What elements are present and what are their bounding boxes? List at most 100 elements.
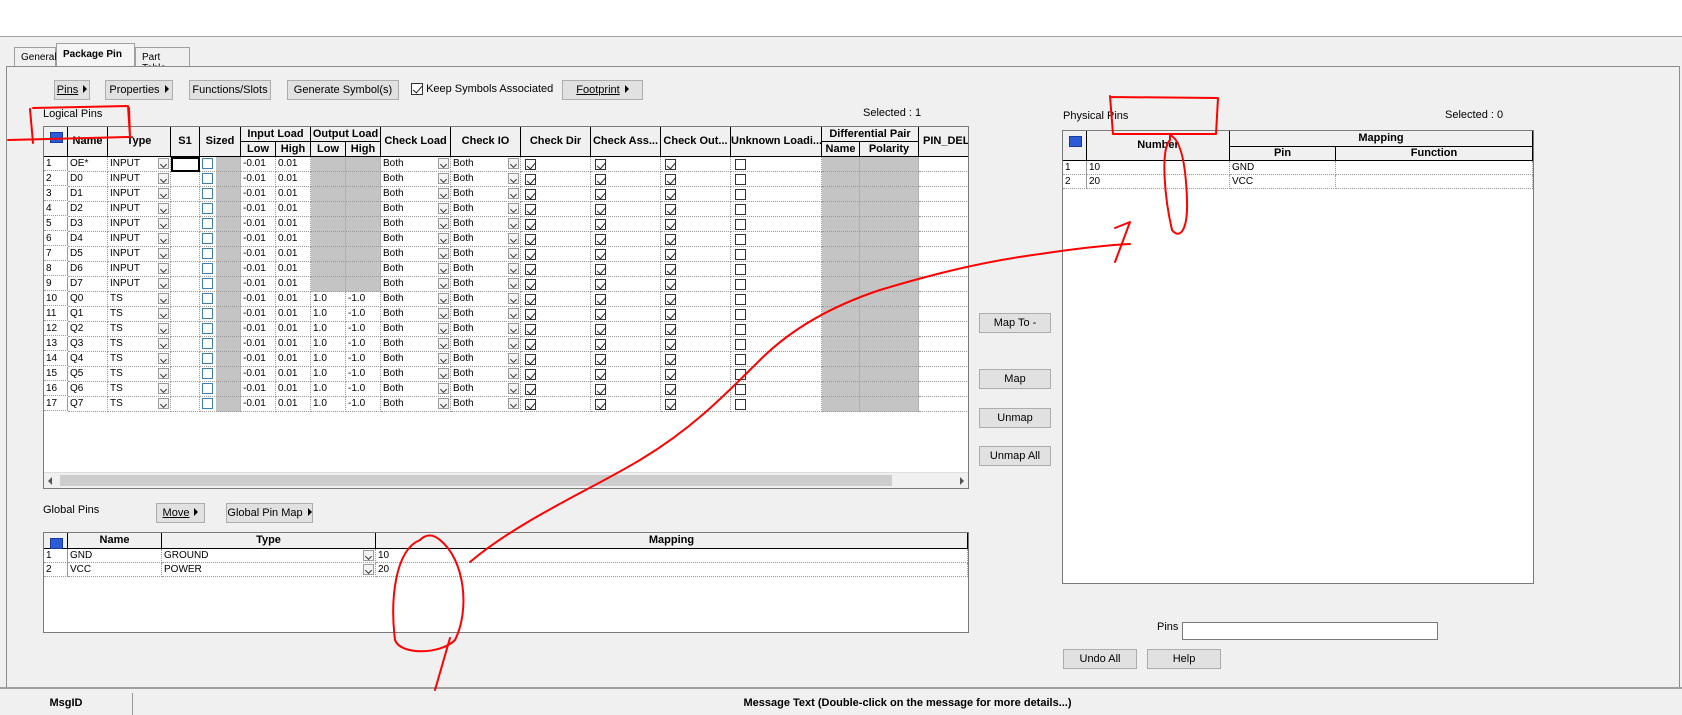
check-ass-cell[interactable]	[591, 247, 661, 262]
sized-cell[interactable]	[200, 322, 241, 337]
unknown-loading-cell[interactable]	[731, 187, 822, 202]
pin-delay-cell[interactable]	[919, 232, 968, 247]
physical-pins-grid[interactable]: Number Mapping Pin Function 1 10 GND 2 20 VCC	[1062, 130, 1534, 584]
dp-name-cell[interactable]	[822, 292, 860, 307]
check-out-checkbox[interactable]	[665, 293, 676, 305]
footprint-menu-button[interactable]: Footprint	[562, 80, 643, 100]
undo-all-button[interactable]: Undo All	[1063, 649, 1137, 669]
check-out-checkbox[interactable]	[665, 278, 676, 290]
pin-type-cell[interactable]: INPUT	[108, 232, 171, 247]
check-out-cell[interactable]	[661, 157, 731, 172]
check-ass-cell[interactable]	[591, 157, 661, 172]
pin-delay-cell[interactable]	[919, 352, 968, 367]
check-io-cell[interactable]: Both	[451, 247, 521, 262]
check-ass-checkbox[interactable]	[595, 398, 606, 410]
check-dir-cell[interactable]	[521, 202, 591, 217]
dropdown-arrow-icon[interactable]	[508, 263, 519, 274]
dropdown-arrow-icon[interactable]	[508, 308, 519, 319]
check-ass-checkbox[interactable]	[595, 383, 606, 395]
table-row[interactable]: 1 GND GROUND 10	[44, 549, 968, 563]
check-out-checkbox[interactable]	[665, 323, 676, 335]
row-number[interactable]: 7	[44, 247, 68, 261]
unknown-loading-cell[interactable]	[731, 382, 822, 397]
physical-col-header-function[interactable]: Function	[1336, 147, 1533, 161]
row-number[interactable]: 6	[44, 232, 68, 246]
dp-polarity-cell[interactable]	[860, 322, 919, 337]
physical-pin-cell[interactable]: VCC	[1230, 175, 1336, 189]
input-low-cell[interactable]: -0.01	[241, 352, 276, 367]
table-row[interactable]: 9 D7 INPUT -0.01 0.01 Both Both	[44, 277, 968, 292]
dropdown-arrow-icon[interactable]	[508, 398, 519, 409]
row-number[interactable]: 10	[44, 292, 68, 306]
check-dir-checkbox[interactable]	[525, 158, 536, 170]
check-out-cell[interactable]	[661, 382, 731, 397]
pin-name-cell[interactable]: D0	[68, 172, 108, 187]
output-high-cell[interactable]	[346, 187, 381, 202]
output-low-cell[interactable]	[311, 187, 346, 202]
dp-name-cell[interactable]	[822, 262, 860, 277]
dropdown-arrow-icon[interactable]	[438, 218, 449, 229]
pin-delay-cell[interactable]	[919, 307, 968, 322]
check-dir-cell[interactable]	[521, 292, 591, 307]
output-low-cell[interactable]: 1.0	[311, 382, 346, 397]
dp-polarity-cell[interactable]	[860, 367, 919, 382]
check-load-cell[interactable]: Both	[381, 262, 451, 277]
dp-name-cell[interactable]	[822, 277, 860, 292]
dp-polarity-cell[interactable]	[860, 172, 919, 187]
sized-checkbox[interactable]	[202, 188, 213, 200]
sized-cell[interactable]	[200, 307, 241, 322]
input-low-cell[interactable]: -0.01	[241, 307, 276, 322]
sized-checkbox[interactable]	[202, 338, 213, 350]
sized-checkbox[interactable]	[202, 158, 213, 170]
dropdown-arrow-icon[interactable]	[158, 353, 169, 364]
pin-name-cell[interactable]: OE*	[68, 157, 108, 172]
col-header-check-ass[interactable]: Check Ass...	[591, 127, 661, 157]
dp-polarity-cell[interactable]	[860, 202, 919, 217]
input-low-cell[interactable]: -0.01	[241, 247, 276, 262]
unknown-loading-cell[interactable]	[731, 352, 822, 367]
check-load-cell[interactable]: Both	[381, 247, 451, 262]
sized-cell[interactable]	[200, 262, 241, 277]
s1-cell[interactable]	[171, 202, 200, 217]
check-load-cell[interactable]: Both	[381, 307, 451, 322]
check-out-cell[interactable]	[661, 247, 731, 262]
input-high-cell[interactable]: 0.01	[276, 382, 311, 397]
check-ass-checkbox[interactable]	[595, 188, 606, 200]
row-number[interactable]: 1	[44, 549, 68, 563]
pin-type-cell[interactable]: TS	[108, 322, 171, 337]
s1-cell[interactable]	[171, 217, 200, 232]
pin-type-cell[interactable]: INPUT	[108, 157, 171, 172]
row-number[interactable]: 11	[44, 307, 68, 321]
check-io-cell[interactable]: Both	[451, 172, 521, 187]
dp-name-cell[interactable]	[822, 172, 860, 187]
check-ass-cell[interactable]	[591, 232, 661, 247]
physical-select-all-corner[interactable]	[1063, 131, 1087, 161]
input-high-cell[interactable]: 0.01	[276, 247, 311, 262]
check-dir-checkbox[interactable]	[525, 173, 536, 185]
check-out-checkbox[interactable]	[665, 308, 676, 320]
pin-type-cell[interactable]: INPUT	[108, 217, 171, 232]
row-number[interactable]: 14	[44, 352, 68, 366]
move-menu-button[interactable]: Move	[156, 503, 205, 523]
pin-type-cell[interactable]: TS	[108, 382, 171, 397]
physical-function-cell[interactable]	[1336, 175, 1533, 189]
check-out-cell[interactable]	[661, 322, 731, 337]
s1-cell[interactable]	[171, 382, 200, 397]
unknown-loading-cell[interactable]	[731, 277, 822, 292]
dropdown-arrow-icon[interactable]	[508, 323, 519, 334]
col-header-output-low[interactable]: Low	[311, 142, 346, 157]
physical-number-cell[interactable]: 10	[1087, 161, 1230, 175]
pin-name-cell[interactable]: D1	[68, 187, 108, 202]
unknown-loading-cell[interactable]	[731, 202, 822, 217]
table-row[interactable]: 2 20 VCC	[1063, 175, 1533, 189]
dp-name-cell[interactable]	[822, 217, 860, 232]
unmap-all-button[interactable]: Unmap All	[979, 446, 1051, 466]
check-ass-cell[interactable]	[591, 307, 661, 322]
pin-name-cell[interactable]: Q1	[68, 307, 108, 322]
pin-type-cell[interactable]: INPUT	[108, 172, 171, 187]
sized-checkbox[interactable]	[202, 293, 213, 305]
input-low-cell[interactable]: -0.01	[241, 367, 276, 382]
dropdown-arrow-icon[interactable]	[158, 338, 169, 349]
sized-cell[interactable]	[200, 172, 241, 187]
dropdown-arrow-icon[interactable]	[508, 338, 519, 349]
